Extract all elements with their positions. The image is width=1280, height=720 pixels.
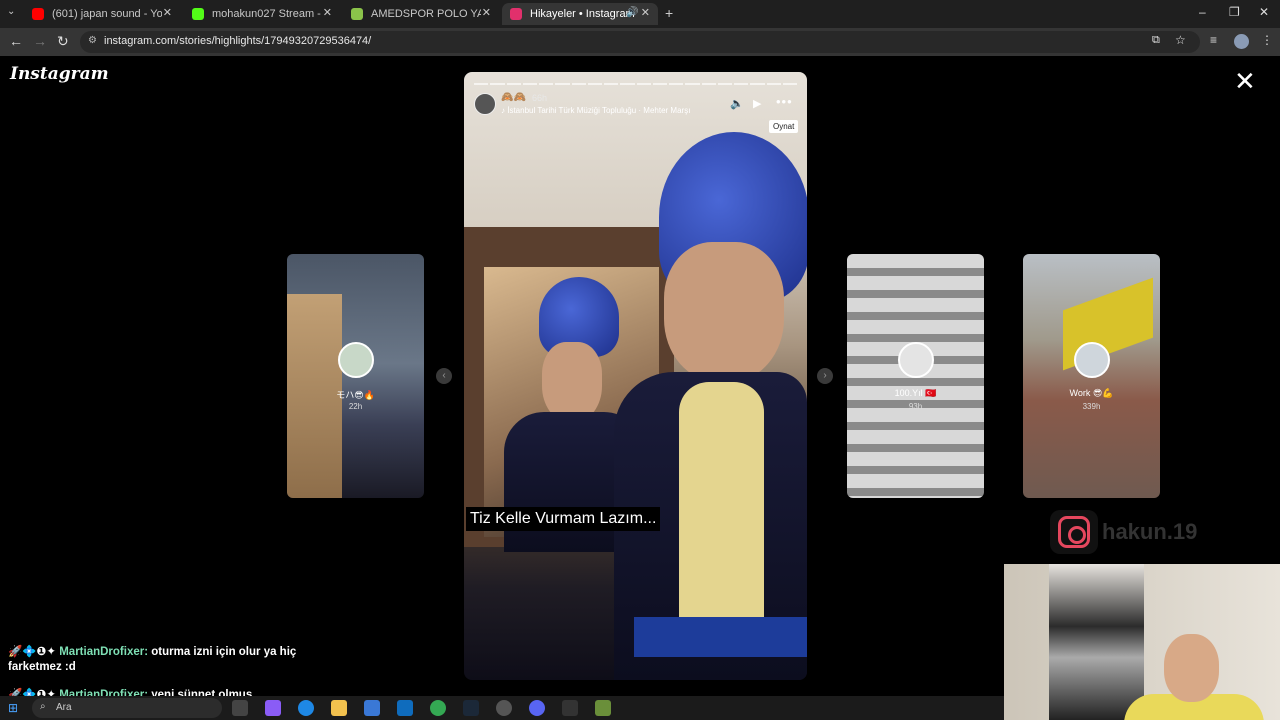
stream-watermark: hakun.19 — [1050, 510, 1197, 554]
instagram-logo[interactable]: Instagram — [10, 64, 109, 84]
tab-instagram[interactable]: Hikayeler • Instagram 🔊 ✕ — [502, 3, 658, 25]
kick-icon — [192, 8, 204, 20]
youtube-icon — [32, 8, 44, 20]
play-icon[interactable]: ▶ — [753, 97, 761, 110]
tab-bar: ⌄ (601) japan sound - YouTube ✕ mohakun0… — [0, 0, 1280, 28]
restore-icon[interactable]: ❐ — [1229, 5, 1240, 19]
streamer-head — [1164, 634, 1219, 702]
close-icon[interactable]: ✕ — [163, 6, 172, 19]
install-app-icon[interactable]: ⧉ — [1152, 34, 1160, 47]
menu-icon[interactable]: ⋮ — [1261, 33, 1273, 47]
sash — [634, 617, 807, 657]
address-input[interactable]: ⚙ instagram.com/stories/highlights/17949… — [80, 31, 1200, 53]
story-progress-bar — [474, 83, 797, 85]
taskbar-search-input[interactable]: ⌕ Ara — [32, 698, 222, 718]
side-story-right-2[interactable]: Work 😎💪 339h — [1023, 254, 1160, 498]
taskbar: ⊞ ⌕ Ara — [0, 696, 1004, 720]
more-options-icon[interactable]: ••• — [776, 94, 793, 109]
outlook-icon[interactable] — [397, 700, 413, 716]
webcam-overlay — [1004, 564, 1280, 720]
chat-message: 🚀💠❶✦ MartianDrofixer: oturma izni için o… — [4, 642, 344, 678]
new-tab-button[interactable]: + — [665, 5, 673, 21]
edge-icon[interactable] — [298, 700, 314, 716]
story-time: 66h — [532, 93, 548, 103]
speaker-icon[interactable]: 🔊 — [626, 7, 638, 18]
close-icon[interactable]: ✕ — [482, 6, 491, 19]
copilot-icon[interactable] — [265, 700, 281, 716]
story-label: 100.Yıl 🇹🇷 — [894, 388, 937, 398]
close-icon[interactable]: ✕ — [323, 6, 332, 19]
face — [664, 242, 784, 382]
chat-username: MartianDrofixer: — [59, 646, 149, 658]
tab-youtube[interactable]: (601) japan sound - YouTube ✕ — [24, 3, 180, 25]
tab-amedspor[interactable]: AMEDSPOR POLO YAKA T-SHİR ✕ — [343, 3, 499, 25]
forward-icon[interactable]: → — [33, 33, 47, 49]
epic-games-icon[interactable] — [562, 700, 578, 716]
search-placeholder: Ara — [56, 702, 72, 713]
steam-icon[interactable] — [463, 700, 479, 716]
chat-badges: 🚀💠❶✦ — [8, 646, 57, 658]
bookmark-star-icon[interactable]: ☆ — [1175, 33, 1186, 47]
search-icon: ⌕ — [40, 701, 46, 712]
story-username-emoji[interactable]: 🙈🙈 — [501, 92, 526, 103]
previous-arrow-icon[interactable]: ‹ — [436, 368, 452, 384]
tab-kick[interactable]: mohakun027 Stream - Watch L ✕ — [184, 3, 340, 25]
close-icon[interactable]: ✕ — [641, 6, 650, 19]
chrome-icon[interactable] — [430, 700, 446, 716]
vest — [679, 382, 764, 622]
volume-icon[interactable]: 🔈 — [730, 97, 744, 110]
avatar — [337, 342, 374, 378]
tab-title: (601) japan sound - YouTube — [52, 8, 162, 20]
watermark-handle: hakun.19 — [1102, 519, 1198, 544]
windows-start-icon[interactable]: ⊞ — [8, 701, 18, 715]
story-music[interactable]: ♪ İstanbul Tarihi Türk Müziği Topluluğu … — [501, 106, 690, 115]
close-icon[interactable]: ✕ — [1234, 68, 1256, 94]
tab-title: Hikayeler • Instagram — [530, 8, 635, 20]
story-label: モハ😎🔥 — [336, 390, 375, 400]
instagram-icon — [510, 8, 522, 20]
file-explorer-icon[interactable] — [331, 700, 347, 716]
music-title: İstanbul Tarihi Türk Müziği Topluluğu · … — [507, 106, 691, 115]
reflection-face — [542, 342, 602, 422]
story-caption: Tiz Kelle Vurmam Lazım... — [466, 507, 661, 531]
minecraft-icon[interactable] — [595, 700, 611, 716]
back-icon[interactable]: ← — [9, 33, 23, 49]
url-text: instagram.com/stories/highlights/1794932… — [104, 35, 372, 47]
story-time: 22h — [348, 402, 363, 411]
story-avatar[interactable] — [474, 93, 496, 115]
instagram-icon — [1050, 510, 1098, 554]
wall-painting — [1049, 564, 1144, 720]
story-label: Work 😎💪 — [1069, 388, 1114, 398]
tab-search-chevron-icon[interactable]: ⌄ — [7, 6, 15, 17]
address-bar-row: ← → ↻ ⚙ instagram.com/stories/highlights… — [0, 28, 1280, 56]
play-tooltip: Oynat — [769, 120, 799, 133]
store-icon[interactable] — [364, 700, 380, 716]
side-story-right-1[interactable]: 100.Yıl 🇹🇷 93h — [847, 254, 984, 498]
avatar — [1073, 342, 1110, 378]
avatar — [897, 342, 934, 378]
obs-icon[interactable] — [496, 700, 512, 716]
task-view-icon[interactable] — [232, 700, 248, 716]
side-story-left[interactable]: モハ😎🔥 22h — [287, 254, 424, 498]
tab-title: AMEDSPOR POLO YAKA T-SHİR — [371, 8, 481, 20]
story-time: 93h — [908, 402, 923, 411]
profile-avatar[interactable] — [1234, 34, 1249, 49]
window-close-icon[interactable]: ✕ — [1259, 5, 1269, 19]
reload-icon[interactable]: ↻ — [57, 33, 69, 50]
story-time: 339h — [1082, 402, 1101, 411]
next-arrow-icon[interactable]: › — [817, 368, 833, 384]
site-info-icon[interactable]: ⚙ — [88, 35, 97, 46]
discord-icon[interactable] — [529, 700, 545, 716]
minimize-icon[interactable]: – — [1199, 5, 1206, 19]
main-story[interactable] — [464, 72, 807, 680]
tab-title: mohakun027 Stream - Watch L — [212, 8, 322, 20]
reading-list-icon[interactable]: ≡ — [1210, 33, 1217, 47]
shop-icon — [351, 8, 363, 20]
